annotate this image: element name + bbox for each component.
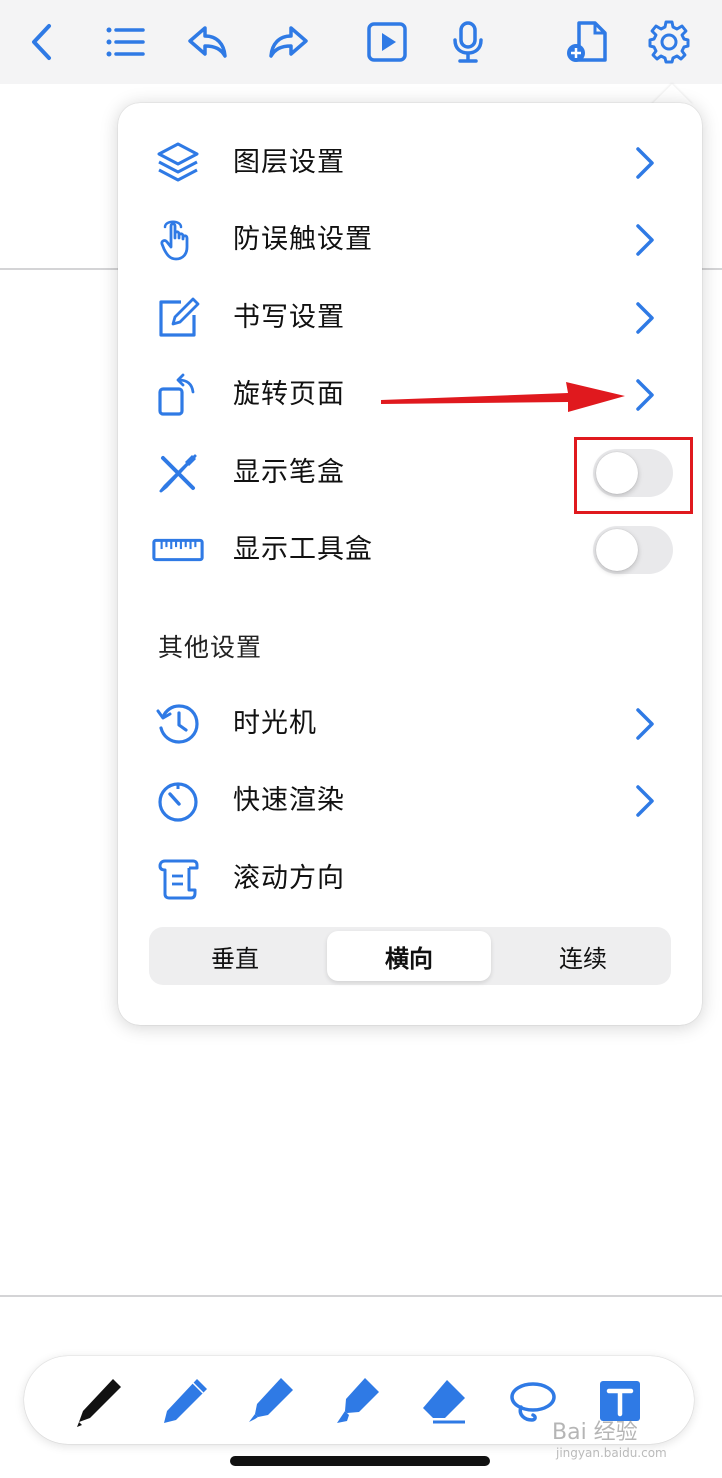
timer-icon xyxy=(154,777,202,825)
add-page-icon[interactable] xyxy=(563,18,611,66)
layers-icon xyxy=(154,139,202,187)
menu-item-anti-touch[interactable]: 防误触设置 xyxy=(118,204,702,276)
pencils-cross-icon xyxy=(154,449,202,497)
play-icon[interactable] xyxy=(363,18,411,66)
chevron-right-icon xyxy=(636,379,654,411)
chevron-right-icon xyxy=(636,708,654,740)
rotate-page-icon xyxy=(154,371,202,419)
pencil-icon[interactable] xyxy=(156,1374,212,1430)
toggle-knob xyxy=(596,529,638,571)
popover-pointer xyxy=(651,84,693,105)
menu-item-label: 显示笔盒 xyxy=(233,457,345,488)
watermark-url: jingyan.baidu.com xyxy=(556,1446,667,1460)
menu-item-time-machine[interactable]: 时光机 xyxy=(118,688,702,760)
edit-square-icon xyxy=(154,294,202,342)
ruler-icon xyxy=(150,526,206,574)
home-indicator[interactable] xyxy=(230,1456,490,1466)
undo-icon[interactable] xyxy=(183,18,231,66)
segment-vertical[interactable]: 垂直 xyxy=(153,931,317,981)
chevron-right-icon xyxy=(636,302,654,334)
segment-continuous[interactable]: 连续 xyxy=(501,931,665,981)
show-toolbox-toggle[interactable] xyxy=(593,526,673,574)
scroll-icon xyxy=(154,855,202,903)
annotation-highlight-box xyxy=(574,437,693,514)
annotation-arrow xyxy=(381,382,625,412)
menu-item-label: 图层设置 xyxy=(233,147,345,178)
top-toolbar xyxy=(0,0,722,84)
segment-horizontal[interactable]: 横向 xyxy=(327,931,491,981)
menu-item-writing[interactable]: 书写设置 xyxy=(118,282,702,354)
menu-item-label: 显示工具盒 xyxy=(233,534,373,565)
menu-item-label: 书写设置 xyxy=(233,302,345,333)
menu-item-label: 防误触设置 xyxy=(233,224,373,255)
menu-item-label: 旋转页面 xyxy=(233,379,345,410)
outline-list-icon[interactable] xyxy=(101,18,149,66)
menu-item-label: 快速渲染 xyxy=(233,785,345,816)
watermark-logo: Bai 经验 xyxy=(552,1420,638,1445)
page-divider-bottom xyxy=(0,1295,722,1297)
chevron-right-icon xyxy=(636,224,654,256)
menu-item-layers[interactable]: 图层设置 xyxy=(118,127,702,199)
menu-item-show-toolbox: 显示工具盒 xyxy=(118,514,702,586)
menu-item-label: 滚动方向 xyxy=(233,863,345,894)
chevron-right-icon xyxy=(636,785,654,817)
back-icon[interactable] xyxy=(18,18,66,66)
menu-item-label: 时光机 xyxy=(233,708,317,739)
section-title-other-settings: 其他设置 xyxy=(158,633,263,662)
highlighter-icon[interactable] xyxy=(328,1374,384,1430)
settings-popover: 图层设置 防误触设置 书写设置 旋转页面 显示笔盒 显示工具盒 其他设置 时光机… xyxy=(118,103,702,1025)
history-clock-icon xyxy=(154,700,202,748)
redo-icon[interactable] xyxy=(265,18,313,66)
microphone-icon[interactable] xyxy=(444,18,492,66)
marker-icon[interactable] xyxy=(242,1374,298,1430)
gear-icon[interactable] xyxy=(645,18,693,66)
hand-touch-icon xyxy=(154,216,202,264)
menu-item-fast-render[interactable]: 快速渲染 xyxy=(118,765,702,837)
menu-item-scroll-direction: 滚动方向 xyxy=(118,843,702,915)
eraser-icon[interactable] xyxy=(416,1374,472,1430)
chevron-right-icon xyxy=(636,147,654,179)
scroll-direction-segmented-control: 垂直 横向 连续 xyxy=(149,927,671,985)
pen-icon[interactable] xyxy=(70,1374,126,1430)
